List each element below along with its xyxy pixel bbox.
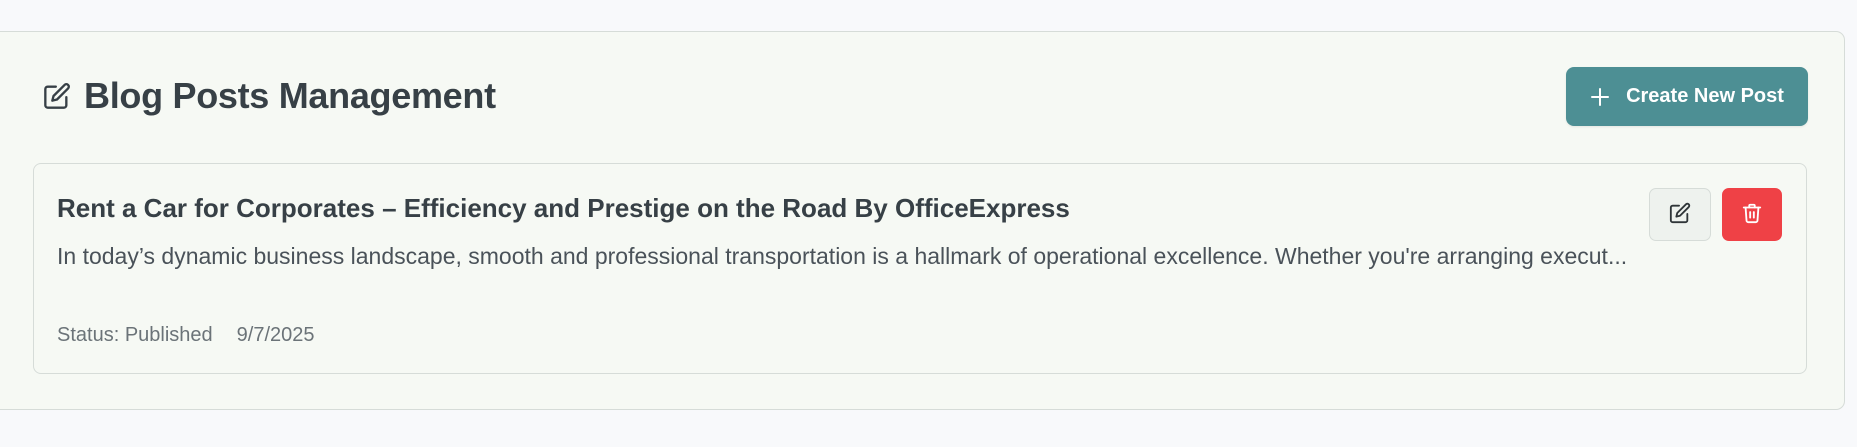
post-status: Status: Published [57, 324, 213, 346]
edit-icon [42, 81, 72, 111]
plus-icon [1590, 87, 1610, 107]
create-new-post-label: Create New Post [1626, 85, 1784, 107]
post-meta: Status: Published 9/7/2025 [57, 324, 315, 347]
page-title: Blog Posts Management [84, 75, 496, 116]
create-new-post-button[interactable]: Create New Post [1566, 67, 1808, 126]
post-title: Rent a Car for Corporates – Efficiency a… [57, 193, 1070, 223]
post-excerpt: In today’s dynamic business landscape, s… [57, 243, 1628, 269]
edit-post-button[interactable] [1649, 188, 1711, 241]
post-card: Rent a Car for Corporates – Efficiency a… [33, 163, 1807, 374]
delete-post-button[interactable] [1722, 188, 1782, 241]
edit-icon [1669, 202, 1691, 227]
trash-icon [1741, 202, 1763, 227]
panel-header: Blog Posts Management [42, 66, 496, 126]
post-date: 9/7/2025 [236, 324, 315, 346]
